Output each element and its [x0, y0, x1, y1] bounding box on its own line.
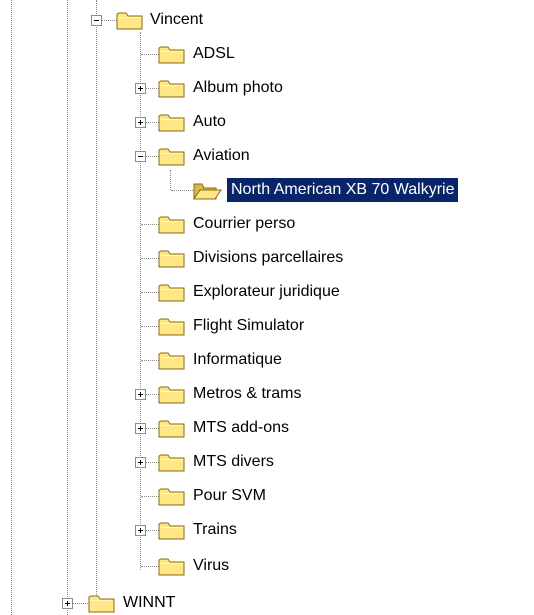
tree-guide-line	[170, 170, 171, 190]
expand-button[interactable]	[135, 457, 146, 468]
tree-item-label[interactable]: Flight Simulator	[191, 314, 306, 338]
tree-guide-line	[67, 0, 68, 615]
expand-button[interactable]	[135, 423, 146, 434]
expand-button[interactable]	[135, 389, 146, 400]
tree-item-label-vincent[interactable]: Vincent	[148, 8, 205, 32]
tree-guide-line	[140, 32, 141, 570]
tree-item-label-selected[interactable]: North American XB 70 Walkyrie	[227, 178, 459, 202]
folder-icon	[115, 8, 145, 32]
expand-button[interactable]	[135, 117, 146, 128]
folder-icon	[157, 212, 187, 236]
tree-item-label[interactable]: Metros & trams	[191, 382, 303, 406]
folder-icon	[157, 144, 187, 168]
folder-icon	[157, 554, 187, 578]
folder-icon	[157, 484, 187, 508]
tree-guide-line	[11, 0, 12, 615]
tree-item-label[interactable]: Courrier perso	[191, 212, 297, 236]
folder-icon	[157, 450, 187, 474]
tree-item-label[interactable]: ADSL	[191, 42, 237, 66]
tree-guide-line	[96, 0, 97, 604]
folder-icon	[87, 591, 117, 615]
folder-icon	[157, 246, 187, 270]
folder-icon	[157, 416, 187, 440]
tree-item-label-winnt[interactable]: WINNT	[121, 591, 177, 615]
expand-button[interactable]	[135, 525, 146, 536]
tree-item-label[interactable]: Virus	[191, 554, 231, 578]
tree-item-label[interactable]: MTS add-ons	[191, 416, 291, 440]
folder-icon	[157, 314, 187, 338]
folder-icon	[157, 76, 187, 100]
tree-item-label[interactable]: Album photo	[191, 76, 285, 100]
folder-icon	[157, 382, 187, 406]
folder-icon	[157, 348, 187, 372]
tree-branch-line	[171, 190, 193, 191]
expand-button[interactable]	[62, 598, 73, 609]
tree-item-label[interactable]: Auto	[191, 110, 228, 134]
tree-item-label[interactable]: Informatique	[191, 348, 284, 372]
tree-item-label[interactable]: Trains	[191, 518, 239, 542]
tree-item-label[interactable]: Pour SVM	[191, 484, 268, 508]
expand-button[interactable]	[135, 83, 146, 94]
collapse-button[interactable]	[135, 151, 146, 162]
folder-tree: Vincent ADSL Album photo Auto Aviation N…	[0, 0, 534, 615]
folder-icon	[157, 280, 187, 304]
tree-item-label[interactable]: Explorateur juridique	[191, 280, 342, 304]
folder-icon	[157, 518, 187, 542]
open-folder-icon	[192, 178, 222, 202]
tree-item-label[interactable]: Divisions parcellaires	[191, 246, 345, 270]
folder-icon	[157, 42, 187, 66]
folder-icon	[157, 110, 187, 134]
collapse-button[interactable]	[91, 15, 102, 26]
tree-item-label[interactable]: Aviation	[191, 144, 252, 168]
tree-item-label[interactable]: MTS divers	[191, 450, 276, 474]
